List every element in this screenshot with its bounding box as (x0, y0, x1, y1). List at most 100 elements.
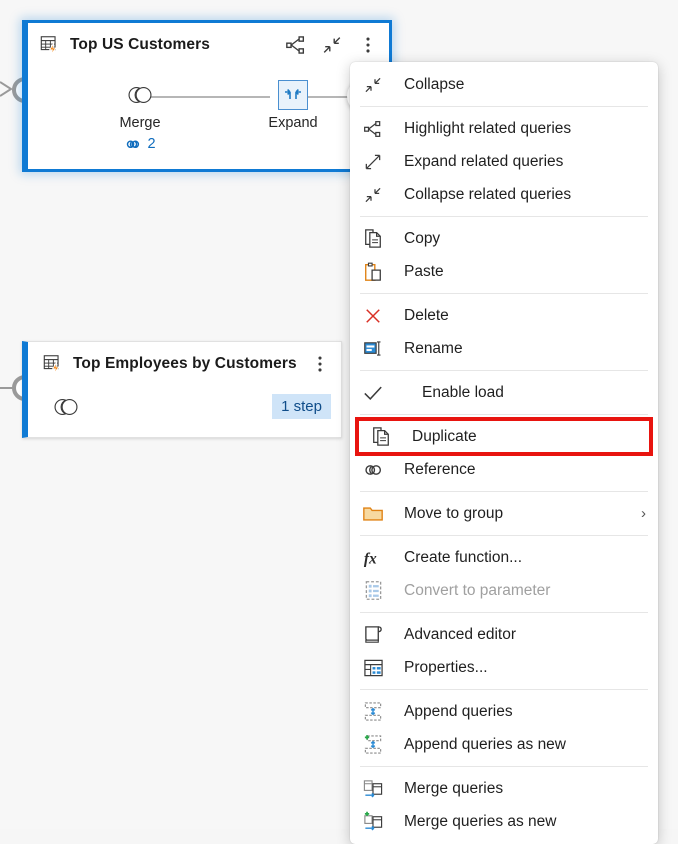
menu-item-label: Append queries as new (404, 736, 566, 754)
menu-separator (360, 293, 648, 294)
merge-queries-icon (360, 778, 386, 800)
link-icon (124, 136, 142, 152)
menu-item-properties[interactable]: Properties... (350, 651, 658, 684)
query1-steps: Merge 2 Expand (25, 67, 389, 173)
folder-icon (360, 503, 386, 525)
paste-icon (360, 261, 386, 283)
menu-item-create-function[interactable]: fx Create function... (350, 541, 658, 574)
query2-steps: 1 step (28, 386, 341, 440)
more-options-icon[interactable] (357, 34, 379, 56)
step-merge-reference-value: 2 (147, 136, 155, 152)
menu-separator (360, 612, 648, 613)
parameter-icon (360, 580, 386, 602)
diagram-canvas: Top US Customers (0, 0, 678, 829)
menu-item-label: Copy (404, 230, 440, 248)
advanced-editor-icon (360, 624, 386, 646)
menu-item-label: Properties... (404, 659, 488, 677)
menu-separator (360, 370, 648, 371)
menu-item-enable-load[interactable]: Enable load (350, 376, 658, 409)
step-expand-label: Expand (238, 115, 348, 131)
duplicate-icon (368, 426, 394, 448)
menu-item-merge-queries-as-new[interactable]: Merge queries as new (350, 805, 658, 838)
menu-item-collapse-related-queries[interactable]: Collapse related queries (350, 178, 658, 211)
highlight-related-queries-icon[interactable] (285, 34, 307, 56)
menu-item-label: Collapse (404, 76, 464, 94)
collapse-related-queries-icon (360, 184, 386, 206)
menu-item-collapse[interactable]: Collapse (350, 68, 658, 101)
query-card-top-us-customers[interactable]: Top US Customers (22, 20, 392, 172)
copy-icon (360, 228, 386, 250)
step-expand-box (278, 80, 308, 110)
step-merge-reference-count[interactable]: 2 (81, 136, 199, 152)
menu-item-delete[interactable]: Delete (350, 299, 658, 332)
menu-item-paste[interactable]: Paste (350, 255, 658, 288)
menu-item-advanced-editor[interactable]: Advanced editor (350, 618, 658, 651)
collapse-icon (360, 74, 386, 96)
append-queries-as-new-icon (360, 734, 386, 756)
step-merge-2[interactable] (46, 392, 86, 422)
expand-columns-icon (283, 86, 303, 104)
menu-separator (360, 106, 648, 107)
merge-venn-icon (125, 80, 155, 110)
menu-item-copy[interactable]: Copy (350, 222, 658, 255)
menu-item-label: Expand related queries (404, 153, 563, 171)
menu-item-label: Delete (404, 307, 449, 325)
merge-venn-icon (51, 392, 81, 422)
menu-item-duplicate[interactable]: Duplicate (358, 420, 650, 453)
menu-item-merge-queries[interactable]: Merge queries (350, 772, 658, 805)
menu-item-label: Merge queries (404, 780, 503, 798)
menu-separator (360, 216, 648, 217)
properties-icon (360, 657, 386, 679)
menu-item-expand-related-queries[interactable]: Expand related queries (350, 145, 658, 178)
step-merge-label: Merge (81, 115, 199, 131)
highlight-related-queries-icon (360, 118, 386, 140)
menu-item-rename[interactable]: Rename (350, 332, 658, 365)
menu-item-label: Reference (404, 461, 476, 479)
query1-header-actions (285, 34, 379, 56)
menu-separator (360, 414, 648, 415)
menu-item-convert-to-parameter: Convert to parameter (350, 574, 658, 607)
menu-separator (360, 766, 648, 767)
table-lightning-icon (42, 353, 64, 375)
menu-item-label: Convert to parameter (404, 582, 550, 600)
menu-item-label: Enable load (422, 384, 504, 402)
svg-text:fx: fx (364, 550, 377, 567)
menu-item-append-queries[interactable]: Append queries (350, 695, 658, 728)
collapse-icon[interactable] (321, 34, 343, 56)
menu-item-reference[interactable]: Reference (350, 453, 658, 486)
menu-separator (360, 689, 648, 690)
menu-item-highlight-related-queries[interactable]: Highlight related queries (350, 112, 658, 145)
rename-icon (360, 338, 386, 360)
menu-separator (360, 535, 648, 536)
menu-item-label: Highlight related queries (404, 120, 571, 138)
query2-title: Top Employees by Customers (73, 355, 297, 373)
query-context-menu[interactable]: Collapse Highlight related queries (350, 62, 658, 844)
checkmark-icon (360, 382, 386, 404)
menu-item-move-to-group[interactable]: Move to group › (350, 497, 658, 530)
reference-link-icon (360, 459, 386, 481)
query-card-top-employees-by-customers[interactable]: Top Employees by Customers 1 step (22, 341, 342, 438)
menu-item-label: Rename (404, 340, 463, 358)
menu-item-label: Merge queries as new (404, 813, 557, 831)
menu-separator (360, 491, 648, 492)
query1-title: Top US Customers (70, 36, 210, 54)
table-lightning-icon (39, 34, 61, 56)
menu-item-label: Paste (404, 263, 444, 281)
menu-item-append-queries-as-new[interactable]: Append queries as new (350, 728, 658, 761)
query2-step-count-badge: 1 step (272, 394, 331, 419)
menu-item-label: Advanced editor (404, 626, 516, 644)
chevron-right-icon: › (641, 505, 646, 522)
query1-header: Top US Customers (25, 23, 389, 67)
function-fx-icon: fx (360, 547, 386, 569)
menu-item-label: Collapse related queries (404, 186, 571, 204)
more-options-icon[interactable] (309, 353, 331, 375)
query2-header: Top Employees by Customers (28, 342, 341, 386)
menu-item-label: Create function... (404, 549, 522, 567)
query2-header-actions (309, 353, 331, 375)
menu-item-label: Duplicate (412, 428, 477, 446)
step-merge[interactable]: Merge 2 (81, 80, 199, 152)
expand-related-queries-icon (360, 151, 386, 173)
merge-queries-as-new-icon (360, 811, 386, 833)
step-expand[interactable]: Expand (238, 80, 348, 131)
menu-item-label: Move to group (404, 505, 503, 523)
